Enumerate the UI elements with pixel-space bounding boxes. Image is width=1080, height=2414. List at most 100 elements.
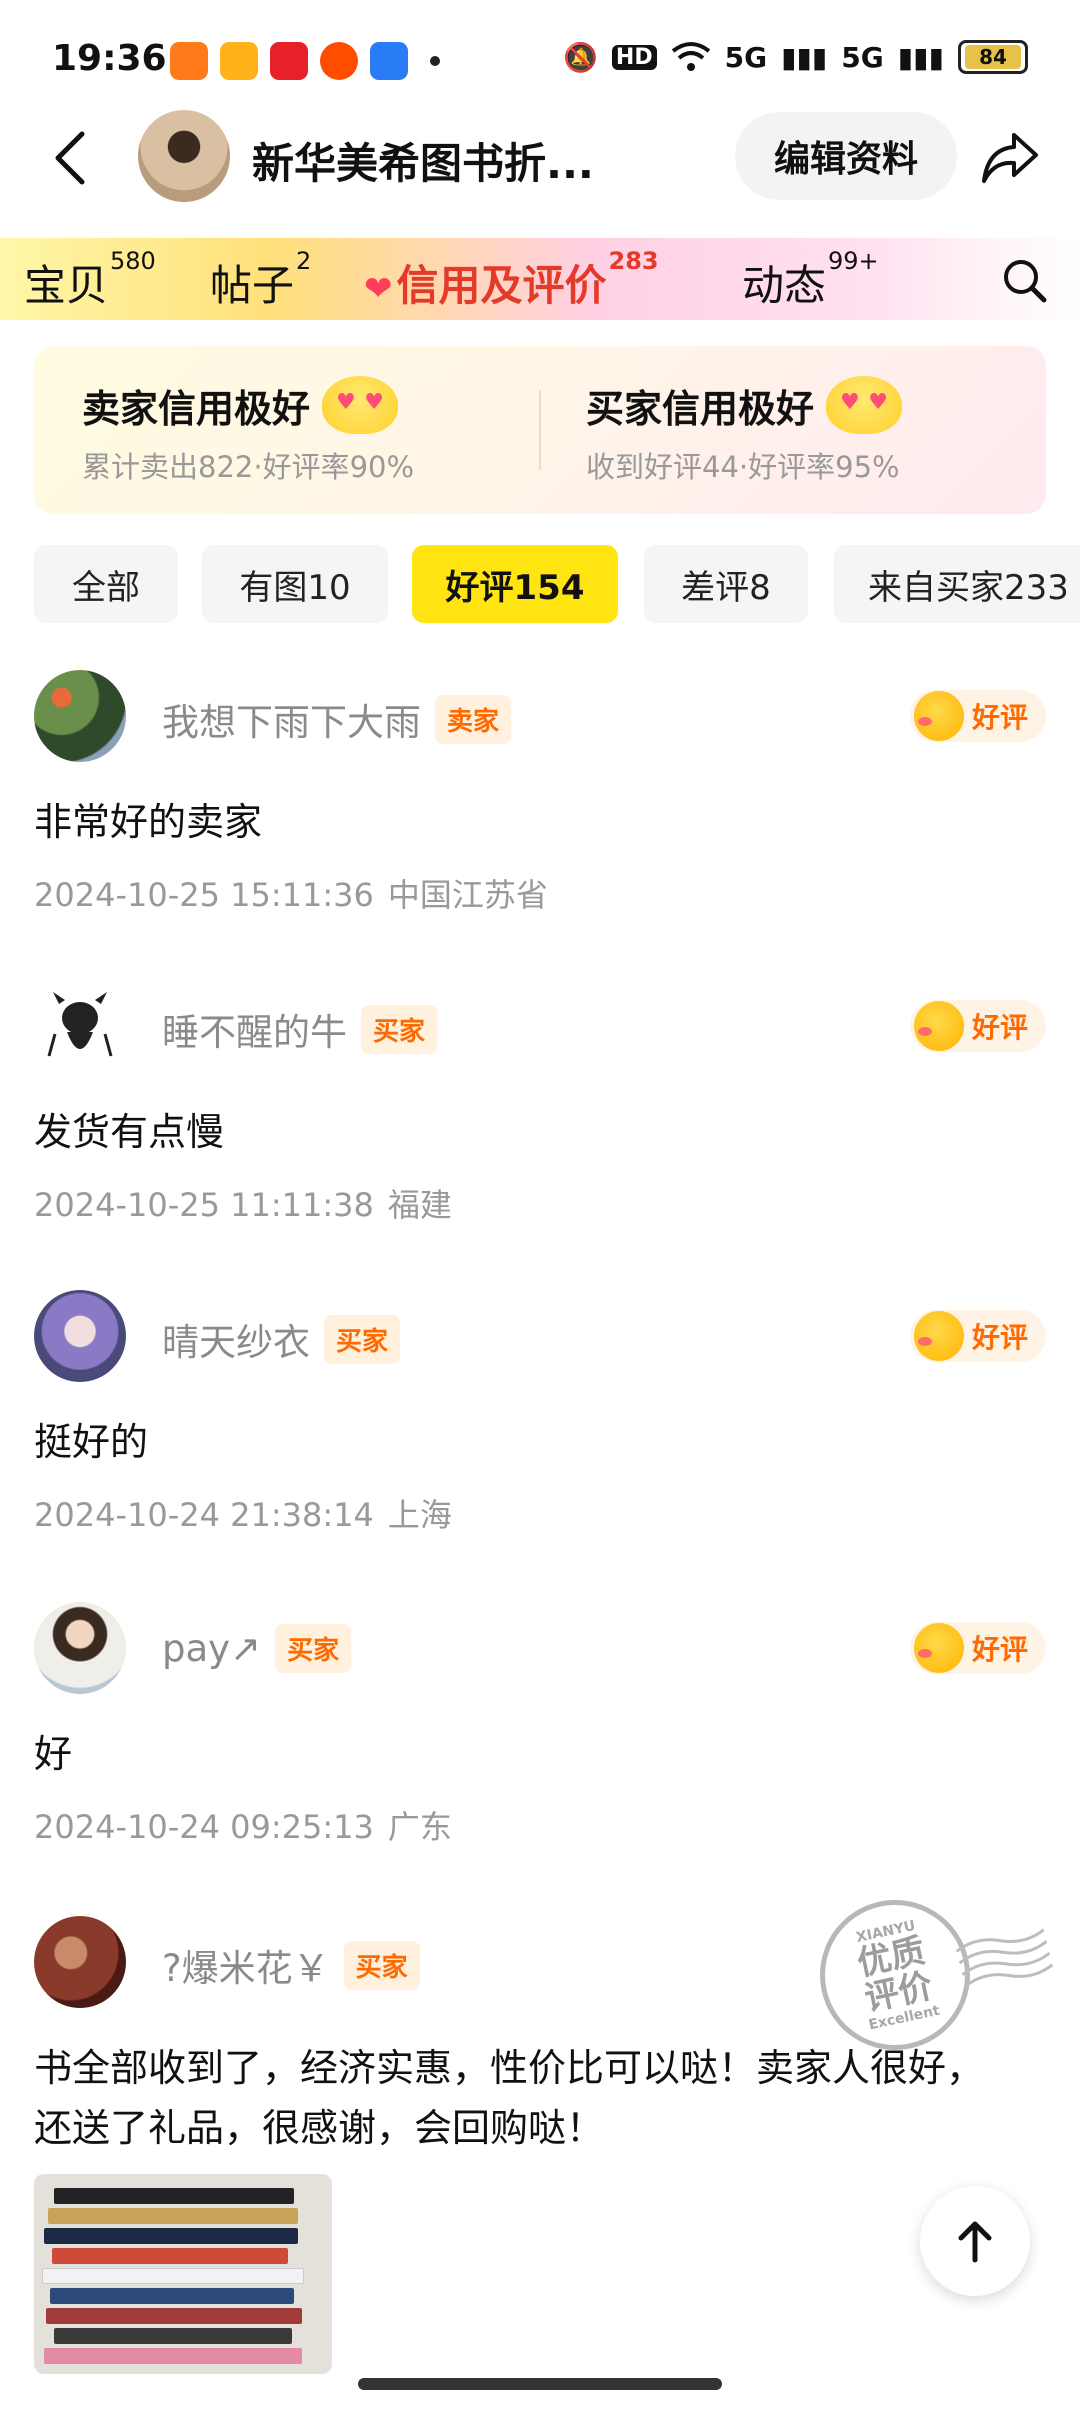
review-text: 发货有点慢 — [34, 1110, 225, 1154]
review-meta: 2024-10-24 09:25:13 广东 — [34, 1802, 452, 1848]
seller-credit-title: 卖家信用极好 — [82, 386, 311, 431]
book-spine — [54, 2328, 292, 2344]
taobao-app-icon — [320, 42, 358, 80]
review-item: 睡不醒的牛 买家 好评 发货有点慢 2024-10-25 11:11:38 福建 — [34, 980, 1046, 1240]
shop-header: 新华美希图书折... 编辑资料 — [0, 110, 1080, 210]
share-icon — [982, 133, 1038, 183]
role-badge: 买家 — [361, 1004, 438, 1054]
review-time: 2024-10-25 15:11:36 — [34, 876, 374, 914]
filter-from-buyers[interactable]: 来自买家233 — [834, 545, 1080, 623]
review-item: 我想下雨下大雨 卖家 好评 非常好的卖家 2024-10-25 15:11:36 中… — [34, 670, 1046, 930]
signal-5g-2-icon: 5G — [841, 40, 884, 74]
tab-activity[interactable]: 动态99+ — [742, 247, 879, 313]
filter-with-photos[interactable]: 有图10 — [202, 545, 388, 623]
more-notifications-dot — [430, 56, 440, 66]
filter-negative[interactable]: 差评8 — [644, 545, 808, 623]
book-spine — [50, 2288, 294, 2304]
book-spine — [44, 2228, 298, 2244]
avatar[interactable] — [34, 670, 126, 762]
review-time: 2024-10-24 21:38:14 — [34, 1496, 374, 1534]
reviewer-name[interactable]: 晴天纱衣 买家 — [162, 1312, 401, 1366]
review-photo[interactable] — [34, 2174, 332, 2374]
edit-profile-button[interactable]: 编辑资料 — [735, 112, 957, 200]
back-button[interactable] — [40, 128, 100, 188]
book-spine — [48, 2208, 298, 2224]
shopping-app-icon — [270, 42, 308, 80]
mute-icon: 🔕 — [563, 40, 598, 74]
chevron-left-icon — [55, 131, 85, 185]
review-location: 上海 — [387, 1496, 452, 1534]
book-spine — [52, 2248, 288, 2264]
avatar[interactable] — [34, 1916, 126, 2008]
tab-credit-reviews[interactable]: ❤信用及评价283 — [364, 247, 659, 313]
signal-5g-icon: 5G — [724, 40, 768, 74]
review-text: 挺好的 — [34, 1420, 149, 1464]
app-notification-icon — [170, 42, 208, 80]
seller-credit-stats: 累计卖出822·好评率90% — [82, 450, 415, 484]
home-indicator[interactable] — [358, 2378, 722, 2390]
hd-icon: HD — [611, 44, 657, 70]
book-spine — [44, 2348, 302, 2364]
book-spine — [46, 2308, 302, 2324]
buyer-credit-stats: 收到好评44·好评率95% — [586, 450, 900, 484]
seller-credit: 卖家信用极好 累计卖出822·好评率90% — [82, 376, 414, 486]
status-bar: 19:36 🔕 HD 5G ▮▮▮ 5G ▮▮▮ 84 — [0, 0, 1080, 120]
divider — [539, 390, 541, 470]
filter-positive[interactable]: 好评154 — [412, 545, 618, 623]
tab-posts[interactable]: 帖子2 — [210, 247, 311, 313]
shop-name: 新华美希图书折... — [252, 139, 594, 188]
arrow-up-icon — [958, 2221, 992, 2263]
rating-badge: 好评 — [909, 1310, 1046, 1362]
video-app-icon — [220, 42, 258, 80]
battery-icon: 84 — [958, 40, 1028, 74]
review-meta: 2024-10-25 15:11:36 中国江苏省 — [34, 870, 548, 916]
smile-face-icon — [913, 1311, 964, 1361]
review-meta: 2024-10-24 21:38:14 上海 — [34, 1490, 452, 1536]
reviewer-name[interactable]: ?爆米花￥ 买家 — [162, 1938, 420, 1992]
status-indicators: 🔕 HD 5G ▮▮▮ 5G ▮▮▮ 84 — [563, 40, 1028, 74]
tab-items[interactable]: 宝贝580 — [24, 247, 156, 313]
review-time: 2024-10-24 09:25:13 — [34, 1808, 374, 1846]
role-badge: 卖家 — [435, 694, 512, 744]
avatar[interactable] — [34, 980, 126, 1072]
reviewer-name[interactable]: 我想下雨下大雨 卖家 — [162, 692, 512, 746]
wifi-icon — [671, 42, 710, 71]
review-item: pay↗ 买家 好评 好 2024-10-24 09:25:13 广东 — [34, 1602, 1046, 1862]
back-to-top-button[interactable] — [920, 2186, 1030, 2296]
mail-app-icon — [370, 42, 408, 80]
review-time: 2024-10-25 11:11:38 — [34, 1186, 374, 1224]
rating-badge: 好评 — [909, 1622, 1046, 1674]
reviewer-name[interactable]: pay↗ 买家 — [162, 1624, 352, 1673]
review-location: 广东 — [387, 1808, 452, 1846]
review-text: 书全部收到了，经济实惠，性价比可以哒！卖家人很好， 还送了礼品，很感谢，会回购哒… — [34, 2046, 985, 2150]
profile-tabs: 宝贝580 帖子2 ❤信用及评价283 动态99+ — [0, 238, 1080, 320]
avatar[interactable] — [34, 1602, 126, 1694]
shop-avatar[interactable] — [138, 110, 230, 202]
filter-all[interactable]: 全部 — [34, 545, 178, 623]
signal-bars-icon: ▮▮▮ — [781, 40, 828, 74]
review-item: 晴天纱衣 买家 好评 挺好的 2024-10-24 21:38:14 上海 — [34, 1290, 1046, 1550]
heart-icon: ❤ — [364, 269, 393, 309]
search-button[interactable] — [1000, 256, 1050, 306]
credit-summary-card: 卖家信用极好 累计卖出822·好评率90% 买家信用极好 收到好评44·好评率9… — [34, 346, 1046, 514]
status-time: 19:36 — [52, 38, 167, 79]
role-badge: 买家 — [275, 1624, 352, 1673]
smile-face-icon — [913, 1623, 964, 1673]
heart-eyes-emoji-icon — [826, 376, 903, 434]
reviewer-name[interactable]: 睡不醒的牛 买家 — [162, 1002, 438, 1056]
rating-badge: 好评 — [909, 690, 1046, 742]
signal-bars-2-icon: ▮▮▮ — [897, 40, 944, 74]
review-meta: 2024-10-25 11:11:38 福建 — [34, 1180, 452, 1226]
heart-eyes-emoji-icon — [322, 376, 399, 434]
share-button[interactable] — [978, 126, 1042, 190]
search-icon — [1004, 260, 1047, 303]
smile-face-icon — [913, 691, 964, 741]
role-badge: 买家 — [343, 1940, 420, 1990]
review-location: 福建 — [387, 1186, 452, 1224]
book-spine — [42, 2268, 304, 2284]
avatar[interactable] — [34, 1290, 126, 1382]
review-text: 好 — [34, 1732, 73, 1776]
rating-badge: 好评 — [909, 1000, 1046, 1052]
status-app-icons — [170, 42, 440, 80]
review-location: 中国江苏省 — [387, 876, 548, 914]
